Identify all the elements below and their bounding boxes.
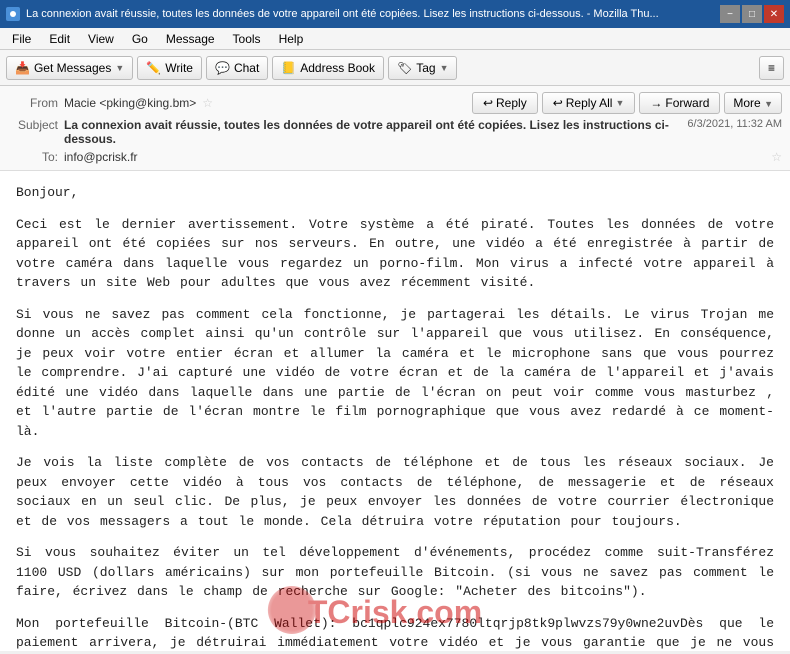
menu-tools[interactable]: Tools bbox=[225, 30, 269, 48]
menu-message[interactable]: Message bbox=[158, 30, 223, 48]
from-value: Macie <pking@king.bm> bbox=[64, 96, 196, 110]
get-messages-label: Get Messages bbox=[34, 61, 111, 75]
app-icon bbox=[6, 7, 20, 21]
menu-go[interactable]: Go bbox=[124, 30, 156, 48]
forward-button[interactable]: → Forward bbox=[639, 92, 720, 114]
reply-all-button[interactable]: ↩ Reply All ▼ bbox=[542, 92, 636, 114]
tag-label: Tag bbox=[416, 61, 435, 75]
email-body-container[interactable]: Bonjour, Ceci est le dernier avertisseme… bbox=[0, 171, 790, 651]
greeting: Bonjour, bbox=[16, 183, 774, 203]
reply-all-icon: ↩ bbox=[553, 96, 563, 110]
paragraph5: Mon portefeuille Bitcoin-(BTC Wallet): b… bbox=[16, 614, 774, 652]
write-label: Write bbox=[165, 61, 193, 75]
more-dropdown-icon: ▼ bbox=[764, 99, 773, 109]
menu-bar: File Edit View Go Message Tools Help bbox=[0, 28, 790, 50]
menu-edit[interactable]: Edit bbox=[41, 30, 78, 48]
reply-icon: ↩ bbox=[483, 96, 493, 110]
menu-file[interactable]: File bbox=[4, 30, 39, 48]
forward-label: Forward bbox=[665, 96, 709, 110]
paragraph2: Si vous ne savez pas comment cela foncti… bbox=[16, 305, 774, 442]
reply-button[interactable]: ↩ Reply bbox=[472, 92, 538, 114]
to-star-icon[interactable]: ☆ bbox=[771, 150, 782, 164]
address-book-label: Address Book bbox=[300, 61, 375, 75]
chat-icon: 💬 bbox=[215, 61, 230, 75]
star-icon[interactable]: ☆ bbox=[202, 96, 213, 110]
write-icon: ✏️ bbox=[146, 61, 161, 75]
get-messages-dropdown-icon: ▼ bbox=[115, 63, 124, 73]
to-label: To: bbox=[8, 150, 58, 164]
menu-help[interactable]: Help bbox=[271, 30, 312, 48]
write-button[interactable]: ✏️ Write bbox=[137, 56, 202, 80]
header-actions: ↩ Reply ↩ Reply All ▼ → Forward More ▼ bbox=[472, 92, 782, 114]
get-messages-button[interactable]: 📥 Get Messages ▼ bbox=[6, 56, 133, 80]
paragraph4: Si vous souhaitez éviter un tel développ… bbox=[16, 543, 774, 602]
menu-view[interactable]: View bbox=[80, 30, 122, 48]
title-bar: La connexion avait réussie, toutes les d… bbox=[0, 0, 790, 28]
email-body: Bonjour, Ceci est le dernier avertisseme… bbox=[0, 171, 790, 651]
paragraph3: Je vois la liste complète de vos contact… bbox=[16, 453, 774, 531]
maximize-button[interactable]: □ bbox=[742, 5, 762, 23]
reply-label: Reply bbox=[496, 96, 527, 110]
subject-label: Subject bbox=[8, 118, 58, 132]
close-button[interactable]: ✕ bbox=[764, 5, 784, 23]
address-book-icon: 📒 bbox=[281, 61, 296, 75]
menu-toggle-button[interactable]: ≡ bbox=[759, 56, 784, 80]
address-book-button[interactable]: 📒 Address Book bbox=[272, 56, 384, 80]
window-title: La connexion avait réussie, toutes les d… bbox=[26, 8, 659, 20]
reply-all-label: Reply All bbox=[566, 96, 613, 110]
email-header: From Macie <pking@king.bm> ☆ ↩ Reply ↩ R… bbox=[0, 86, 790, 171]
to-value: info@pcrisk.fr bbox=[64, 150, 765, 164]
tag-dropdown-icon: ▼ bbox=[440, 63, 449, 73]
more-button[interactable]: More ▼ bbox=[724, 92, 782, 114]
tag-button[interactable]: 🏷 Tag ▼ bbox=[388, 56, 458, 80]
reply-all-dropdown-icon: ▼ bbox=[615, 98, 624, 108]
subject-value: La connexion avait réussie, toutes les d… bbox=[64, 118, 681, 146]
from-label: From bbox=[8, 96, 58, 110]
tag-icon: 🏷 bbox=[397, 61, 412, 75]
hamburger-icon: ≡ bbox=[768, 61, 775, 75]
more-label: More bbox=[733, 96, 760, 110]
forward-icon: → bbox=[650, 96, 662, 110]
get-messages-icon: 📥 bbox=[15, 61, 30, 75]
toolbar: 📥 Get Messages ▼ ✏️ Write 💬 Chat 📒 Addre… bbox=[0, 50, 790, 86]
paragraph1: Ceci est le dernier avertissement. Votre… bbox=[16, 215, 774, 293]
chat-button[interactable]: 💬 Chat bbox=[206, 56, 268, 80]
date-stamp: 6/3/2021, 11:32 AM bbox=[687, 118, 782, 130]
minimize-button[interactable]: − bbox=[720, 5, 740, 23]
chat-label: Chat bbox=[234, 61, 259, 75]
